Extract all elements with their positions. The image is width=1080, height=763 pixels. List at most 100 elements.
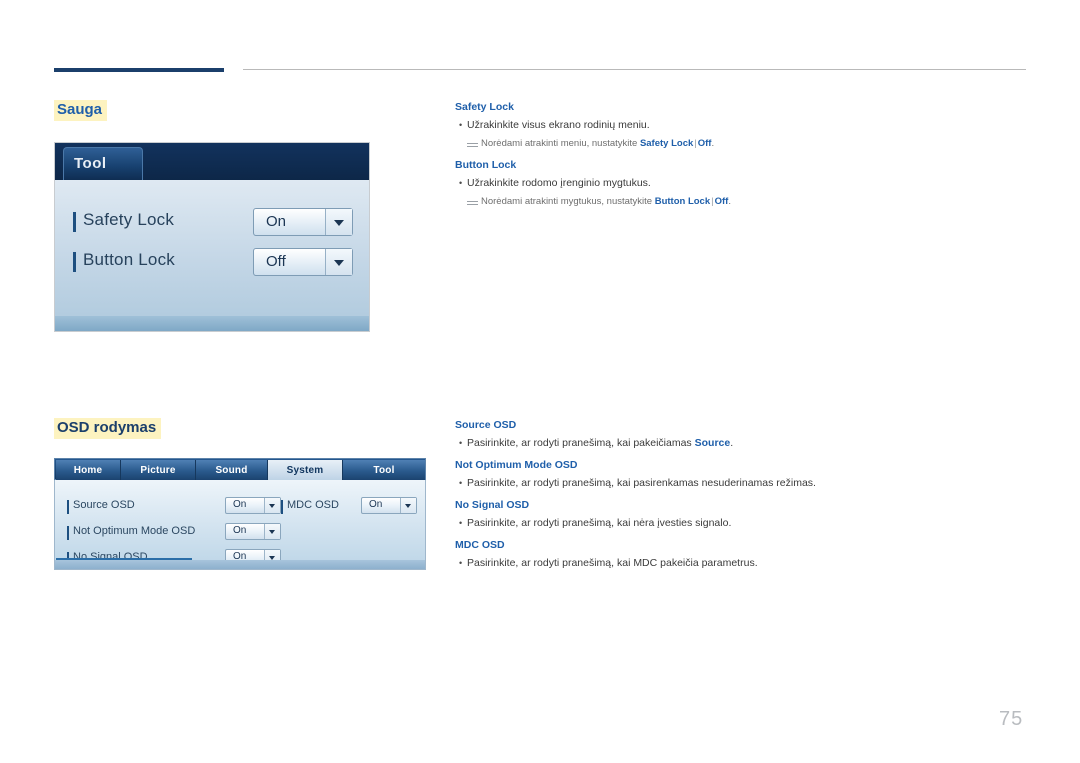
- bullet-text: Užrakinkite visus ekrano rodinių meniu.: [467, 119, 650, 131]
- tool-menu-body: Safety Lock On Button Lock Off: [55, 180, 369, 331]
- chevron-down-icon[interactable]: [264, 524, 280, 539]
- bullet-no-signal: • Pasirinkite, ar rodyti pranešimą, kai …: [455, 516, 1030, 530]
- chevron-down-icon[interactable]: [400, 498, 416, 513]
- tab-tool[interactable]: Tool: [63, 147, 143, 180]
- tool-menu-footer-bar: [55, 316, 369, 331]
- menu-row-button-lock[interactable]: Button Lock Off: [73, 248, 353, 278]
- not-optimum-osd-value: On: [233, 525, 247, 536]
- note-suffix: .: [728, 196, 731, 207]
- menu-row-label: Button Lock: [83, 250, 175, 269]
- not-optimum-osd-dropdown[interactable]: On: [225, 523, 281, 540]
- note-dash-icon: [467, 143, 481, 156]
- osd-row-label: No Signal OSD: [73, 551, 148, 563]
- subheading-safety-lock: Safety Lock: [455, 101, 514, 113]
- osd-row-source[interactable]: Source OSD On: [67, 497, 312, 517]
- osd-row-mdc[interactable]: MDC OSD On: [281, 497, 421, 517]
- header-rule-dark: [54, 68, 224, 72]
- no-signal-osd-dropdown[interactable]: On: [225, 549, 281, 566]
- tab-label: Sound: [215, 465, 248, 476]
- menu-row-label: Safety Lock: [83, 210, 175, 229]
- osd-row-not-optimum[interactable]: Not Optimum Mode OSD On: [67, 523, 312, 543]
- chevron-down-icon[interactable]: [325, 209, 352, 235]
- mdc-osd-value: On: [369, 499, 383, 510]
- header-rule-light: [243, 69, 1026, 70]
- subheading-not-optimum-mode-osd: Not Optimum Mode OSD: [455, 459, 578, 471]
- row-marker-icon: [67, 500, 69, 514]
- active-tab-underline: [56, 558, 192, 560]
- subheading-source-osd: Source OSD: [455, 419, 517, 431]
- bullet-icon: •: [459, 558, 463, 568]
- bullet-icon: •: [459, 518, 463, 528]
- tab-label: Tool: [373, 465, 395, 476]
- bullet-source-osd: • Pasirinkite, ar rodyti pranešimą, kai …: [455, 436, 1030, 450]
- chevron-down-icon[interactable]: [325, 249, 352, 275]
- osd-row-label: MDC OSD: [287, 499, 339, 511]
- subheading-button-lock: Button Lock: [455, 159, 517, 171]
- bullet-icon: •: [459, 178, 463, 188]
- bullet-text: Pasirinkite, ar rodyti pranešimą, kai pa…: [467, 477, 816, 489]
- note-keyword-1: Safety Lock: [639, 138, 694, 149]
- tab-system[interactable]: System: [268, 460, 343, 480]
- bullet-text: Pasirinkite, ar rodyti pranešimą, kai pa…: [467, 436, 733, 450]
- row-marker-icon: [73, 212, 76, 232]
- osd-row-label: Not Optimum Mode OSD: [73, 525, 196, 537]
- tool-menu-header: Tool: [55, 143, 369, 180]
- no-signal-osd-value: On: [233, 551, 247, 562]
- description-block-osd: Source OSD • Pasirinkite, ar rodyti pran…: [455, 419, 1030, 575]
- osd-menu-body: Source OSD On Not Optimum Mode OSD On No…: [54, 480, 426, 570]
- chevron-down-icon[interactable]: [264, 498, 280, 513]
- note-keyword-2: Off: [697, 138, 712, 149]
- screenshot-osd-menu: Home Picture Sound System Tool Source OS…: [54, 458, 426, 570]
- section-title-osd: OSD rodymas: [54, 418, 162, 439]
- bullet-not-optimum: • Pasirinkite, ar rodyti pranešimą, kai …: [455, 476, 1030, 490]
- button-lock-value: Off: [266, 253, 286, 270]
- bullet-mdc-osd: • Pasirinkite, ar rodyti pranešimą, kai …: [455, 556, 1030, 570]
- screenshot-tool-menu: Tool Safety Lock On Button Lock Off: [54, 142, 370, 332]
- bullet-text-pre: Pasirinkite, ar rodyti pranešimą, kai pa…: [467, 437, 692, 449]
- tab-tool[interactable]: Tool: [343, 460, 425, 480]
- section-title-sauga: Sauga: [54, 100, 108, 121]
- note-safety-lock: Norėdami atrakinti meniu, nustatykite Sa…: [455, 137, 1030, 150]
- tab-sound[interactable]: Sound: [196, 460, 268, 480]
- tab-tool-label: Tool: [74, 155, 107, 172]
- note-suffix: .: [711, 138, 715, 149]
- note-button-lock: Norėdami atrakinti mygtukus, nustatykite…: [455, 195, 1030, 208]
- tab-label: System: [286, 465, 324, 476]
- page-number: 75: [999, 708, 1024, 730]
- subheading-no-signal-osd: No Signal OSD: [455, 499, 530, 511]
- note-keyword-1: Button Lock: [654, 196, 711, 207]
- document-page: Sauga Tool Safety Lock On Button Lock Of…: [0, 0, 1080, 763]
- chevron-down-icon[interactable]: [264, 550, 280, 565]
- osd-row-label: Source OSD: [73, 499, 135, 511]
- mdc-osd-dropdown[interactable]: On: [361, 497, 417, 514]
- bullet-text: Pasirinkite, ar rodyti pranešimą, kai MD…: [467, 557, 758, 569]
- note-keyword-2: Off: [714, 196, 729, 207]
- safety-lock-value: On: [266, 213, 287, 230]
- row-marker-icon: [281, 500, 283, 514]
- source-osd-value: On: [233, 499, 247, 510]
- bullet-safety-lock: • Užrakinkite visus ekrano rodinių meniu…: [455, 118, 1030, 132]
- subheading-mdc-osd: MDC OSD: [455, 539, 505, 551]
- bullet-text: Užrakinkite rodomo įrenginio mygtukus.: [467, 177, 651, 189]
- row-marker-icon: [67, 526, 69, 540]
- bullet-keyword: Source: [694, 437, 731, 449]
- note-prefix: Norėdami atrakinti mygtukus, nustatykite: [481, 196, 653, 207]
- source-osd-dropdown[interactable]: On: [225, 497, 281, 514]
- menu-row-safety-lock[interactable]: Safety Lock On: [73, 208, 353, 238]
- bullet-icon: •: [459, 120, 463, 130]
- tab-home[interactable]: Home: [56, 460, 121, 480]
- tab-picture[interactable]: Picture: [121, 460, 196, 480]
- note-text: Norėdami atrakinti mygtukus, nustatykite…: [481, 195, 731, 208]
- bullet-icon: •: [459, 438, 463, 448]
- tab-label: Home: [73, 465, 103, 476]
- bullet-button-lock: • Užrakinkite rodomo įrenginio mygtukus.: [455, 176, 1030, 190]
- note-text: Norėdami atrakinti meniu, nustatykite Sa…: [481, 137, 714, 150]
- tab-label: Picture: [140, 465, 176, 476]
- bullet-text-post: .: [730, 437, 734, 449]
- bullet-text: Pasirinkite, ar rodyti pranešimą, kai nė…: [467, 517, 732, 529]
- safety-lock-dropdown[interactable]: On: [253, 208, 353, 236]
- row-marker-icon: [73, 252, 76, 272]
- osd-tab-bar: Home Picture Sound System Tool: [54, 458, 426, 480]
- button-lock-dropdown[interactable]: Off: [253, 248, 353, 276]
- note-prefix: Norėdami atrakinti meniu, nustatykite: [481, 138, 638, 149]
